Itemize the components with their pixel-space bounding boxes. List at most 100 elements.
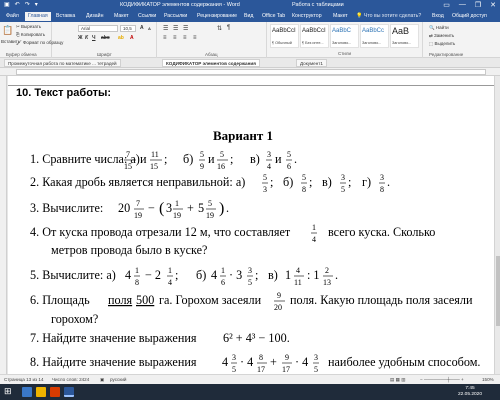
save-icon[interactable]: ▣ (4, 1, 10, 8)
tab-review[interactable]: Рецензирование (197, 13, 237, 19)
cut-button[interactable]: ✂ Вырезать (16, 24, 41, 30)
underline-button[interactable]: Ч (92, 35, 96, 41)
svg-text:1: 1 (175, 199, 179, 208)
tab-design[interactable]: Дизайн (86, 13, 103, 19)
doc-tab-codifier[interactable]: КОДИФИКАТОР элементов содержания (162, 59, 260, 67)
view-buttons[interactable]: ▤ ▦ ▥ (390, 377, 406, 383)
task-list: 1. Сравните числа: а) 7 15 и 11 15 ; б) … (30, 150, 480, 374)
task-5c-label: в) (268, 268, 278, 282)
tab-table-layout[interactable]: Макет (333, 13, 348, 19)
tab-home[interactable]: Главная (25, 12, 51, 21)
ribbon-tabs: Файл Главная Вставка Дизайн Макет Ссылки… (0, 11, 500, 22)
word-count[interactable]: Число слов: 2424 (52, 377, 89, 382)
language[interactable]: русский (110, 377, 126, 382)
taskbar-word-icon[interactable] (64, 387, 74, 397)
clock[interactable]: 7:45 22.05.2020 (458, 386, 482, 398)
horizontal-ruler[interactable] (0, 68, 500, 76)
task-2c-label: в) (322, 175, 332, 189)
paste-icon[interactable]: 📋 (2, 25, 13, 36)
proofing-icon[interactable]: ▣ (100, 377, 104, 383)
taskbar-app-1-icon[interactable] (22, 387, 32, 397)
style-normal[interactable]: AaBbCcI ¶ Обычный (270, 24, 299, 48)
svg-text:;: ; (270, 175, 273, 189)
task-5b-label: б) (196, 268, 206, 282)
bullets-icon[interactable]: ☰ (163, 25, 168, 32)
style-heading-2[interactable]: AaBbCc Заголово... (360, 24, 389, 48)
taskbar-app-3-icon[interactable] (50, 387, 60, 397)
show-marks-icon[interactable]: ¶ (227, 25, 230, 31)
svg-text:20: 20 (274, 303, 282, 312)
tab-mailings[interactable]: Рассылки (164, 13, 187, 19)
svg-text:5: 5 (263, 173, 267, 182)
windows-start-icon[interactable]: ⊞ (4, 386, 14, 396)
font-size-select[interactable]: 10,5 (120, 25, 136, 32)
tab-layout[interactable]: Макет (114, 13, 129, 19)
task-6-end: поля. Какую площадь поля засеяли (290, 293, 473, 307)
style-title[interactable]: AaB Заголово... (390, 24, 419, 48)
scrollbar-thumb[interactable] (496, 256, 500, 326)
maximize-button[interactable]: ❐ (475, 1, 481, 9)
align-right-icon[interactable]: ≡ (183, 35, 187, 41)
style-heading-1[interactable]: AaBbC Заголово... (330, 24, 359, 48)
align-center-icon[interactable]: ≡ (173, 35, 177, 41)
customize-qat-icon[interactable]: ▾ (35, 1, 38, 8)
svg-text:1: 1 (168, 266, 172, 275)
select-button[interactable]: ⬚ Выделить (429, 41, 455, 47)
strikethrough-button[interactable]: abc (101, 35, 110, 41)
replace-button[interactable]: ⇄ Заменить (429, 33, 454, 39)
tab-file[interactable]: Файл (6, 13, 19, 19)
highlight-button[interactable]: ab (118, 35, 124, 41)
tab-references[interactable]: Ссылки (138, 13, 156, 19)
svg-text:: 1: : 1 (307, 268, 320, 282)
sort-icon[interactable]: ⇅ (217, 25, 222, 32)
svg-text:19: 19 (134, 211, 142, 220)
align-left-icon[interactable]: ≡ (163, 35, 167, 41)
find-button[interactable]: 🔍 Найти (429, 25, 449, 31)
shrink-font-button[interactable]: A (148, 26, 151, 31)
font-name-select[interactable]: Arial (78, 25, 118, 32)
vertical-scrollbar[interactable] (494, 76, 500, 374)
windows-taskbar: ⊞ 7:45 22.05.2020 (0, 384, 500, 400)
style-no-spacing[interactable]: AaBbCcI ¶ Без инте... (300, 24, 329, 48)
close-button[interactable]: ✕ (490, 1, 496, 9)
tab-table-design[interactable]: Конструктор (292, 13, 322, 19)
copy-button[interactable]: ⎘ Копировать (16, 32, 45, 37)
svg-text:19: 19 (206, 211, 214, 220)
tell-me-search[interactable]: 💡 Что вы хотите сделать? (356, 13, 421, 19)
vertical-ruler[interactable] (0, 76, 7, 374)
tab-office-tab[interactable]: Office Tab (262, 13, 285, 19)
multilevel-list-icon[interactable]: ☰ (183, 25, 188, 32)
svg-text:3: 3 (267, 150, 271, 159)
zoom-slider[interactable]: − ───────┼─── + (420, 377, 464, 382)
tab-insert[interactable]: Вставка (56, 13, 75, 19)
quick-access-toolbar: ▣ ↶ ↷ ▾ (4, 1, 38, 8)
svg-text:8: 8 (302, 185, 306, 194)
undo-icon[interactable]: ↶ (15, 1, 20, 8)
redo-icon[interactable]: ↷ (25, 1, 30, 8)
task-1c-label: в) (250, 152, 260, 166)
ribbon-options-icon[interactable]: ▭ (443, 1, 450, 9)
zoom-level[interactable]: 150% (482, 377, 494, 382)
doc-tab-intermediate[interactable]: Промежуточная работа по математике ... т… (4, 59, 121, 67)
svg-text:+: + (270, 355, 277, 369)
minimize-button[interactable]: — (459, 1, 466, 9)
font-color-button[interactable]: A (130, 35, 134, 41)
taskbar-explorer-icon[interactable] (36, 387, 46, 397)
document-page[interactable]: 10. Текст работы: Вариант 1 1. Сравните … (8, 76, 494, 374)
share-button[interactable]: Общий доступ (452, 13, 487, 19)
word-and-1: и (140, 152, 147, 166)
sign-in-link[interactable]: Вход (432, 13, 444, 19)
svg-text:5: 5 (302, 173, 306, 182)
bold-button[interactable]: Ж (78, 35, 83, 41)
grow-font-button[interactable]: A (140, 25, 144, 31)
svg-text:5: 5 (198, 201, 204, 215)
page-count[interactable]: Страница 13 из 14 (4, 377, 44, 382)
doc-tab-document1[interactable]: Документ1 (296, 59, 327, 67)
frac-7-15-den: 15 (124, 162, 132, 171)
tab-view[interactable]: Вид (244, 13, 253, 19)
document-tabs: Промежуточная работа по математике ... т… (0, 58, 500, 68)
justify-icon[interactable]: ≡ (193, 35, 197, 41)
numbering-icon[interactable]: ☰ (173, 25, 178, 32)
italic-button[interactable]: К (85, 35, 88, 41)
svg-text:1: 1 (221, 266, 225, 275)
